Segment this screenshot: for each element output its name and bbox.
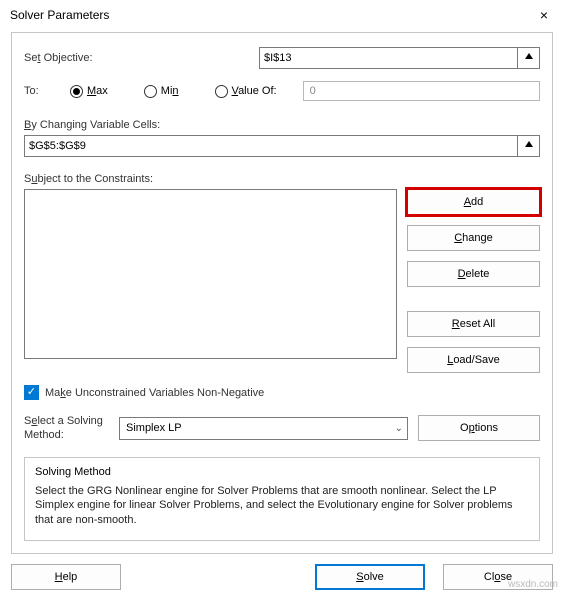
reset-all-button[interactable]: Reset All xyxy=(407,311,540,337)
check-icon: ✓ xyxy=(27,387,36,398)
delete-button[interactable]: Delete xyxy=(407,261,540,287)
to-label: To: xyxy=(24,85,64,97)
method-selected-value: Simplex LP xyxy=(126,422,182,434)
variable-cells-input[interactable] xyxy=(24,135,518,157)
constraints-label: Subject to the Constraints: xyxy=(24,173,153,185)
variable-cells-ref-button[interactable] xyxy=(518,135,540,157)
radio-value-of[interactable]: Value Of: xyxy=(215,85,277,98)
by-changing-label: By Changing Variable Cells: xyxy=(24,119,160,131)
radio-icon xyxy=(70,85,83,98)
constraints-listbox[interactable] xyxy=(24,189,397,359)
solve-button[interactable]: Solve xyxy=(315,564,425,590)
solving-method-description: Solving Method Select the GRG Nonlinear … xyxy=(24,457,540,542)
radio-min[interactable]: Min xyxy=(144,85,179,98)
change-button[interactable]: Change xyxy=(407,225,540,251)
radio-icon xyxy=(144,85,157,98)
radio-max[interactable]: Max xyxy=(70,85,108,98)
desc-text: Select the GRG Nonlinear engine for Solv… xyxy=(35,484,529,529)
collapse-ref-icon xyxy=(523,51,535,66)
set-objective-label: Set Objective: xyxy=(24,52,134,64)
load-save-button[interactable]: Load/Save xyxy=(407,347,540,373)
method-label: Select a Solving Method: xyxy=(24,414,109,443)
method-select[interactable]: Simplex LP ⌄ xyxy=(119,417,408,440)
value-of-input[interactable] xyxy=(303,81,540,101)
close-icon[interactable]: × xyxy=(532,5,556,25)
radio-icon xyxy=(215,85,228,98)
chevron-down-icon: ⌄ xyxy=(395,423,403,434)
desc-title: Solving Method xyxy=(35,466,529,478)
collapse-ref-icon xyxy=(523,139,535,154)
objective-input[interactable] xyxy=(259,47,518,69)
nonneg-label: Make Unconstrained Variables Non-Negativ… xyxy=(45,387,264,399)
help-button[interactable]: Help xyxy=(11,564,121,590)
watermark: wsxdn.com xyxy=(508,579,558,590)
nonneg-checkbox[interactable]: ✓ xyxy=(24,385,39,400)
options-button[interactable]: Options xyxy=(418,415,540,441)
add-button[interactable]: Add xyxy=(407,189,540,215)
objective-ref-button[interactable] xyxy=(518,47,540,69)
dialog-title: Solver Parameters xyxy=(10,8,109,22)
